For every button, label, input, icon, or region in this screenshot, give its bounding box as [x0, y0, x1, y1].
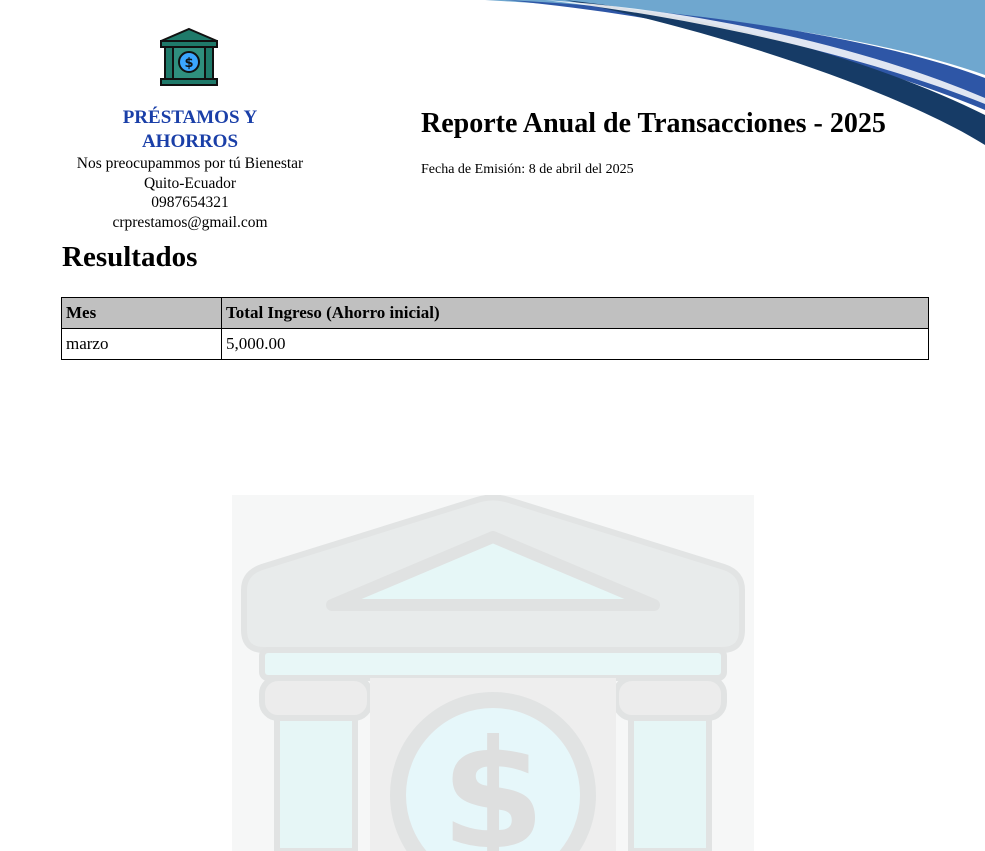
results-heading: Resultados	[62, 241, 198, 273]
company-phone: 0987654321	[151, 194, 229, 211]
company-info: PRÉSTAMOS Y AHORROS Nos preocupammos por…	[60, 106, 320, 232]
company-location: Quito-Ecuador	[143, 174, 237, 192]
column-header-total: Total Ingreso (Ahorro inicial)	[221, 297, 929, 329]
bank-dollar-watermark: $	[232, 495, 754, 851]
company-tagline: Nos preocupammos por tú Bienestar	[76, 155, 304, 172]
emission-date: Fecha de Emisión: 8 de abril del 2025	[421, 162, 634, 177]
table-cell-mes: marzo	[61, 328, 222, 360]
company-name: PRÉSTAMOS Y AHORROS	[122, 107, 258, 152]
table-cell-total: 5,000.00	[221, 328, 929, 360]
bank-dollar-icon: $	[160, 27, 218, 86]
table-header-row: Mes Total Ingreso (Ahorro inicial)	[61, 297, 929, 329]
company-email: crprestamos@gmail.com	[112, 213, 268, 231]
svg-text:$: $	[441, 709, 545, 851]
table-row: marzo 5,000.00	[61, 328, 929, 360]
results-table: Mes Total Ingreso (Ahorro inicial) marzo…	[61, 297, 929, 360]
report-title: Reporte Anual de Transacciones - 2025	[421, 108, 886, 139]
svg-text:$: $	[184, 56, 193, 71]
column-header-mes: Mes	[61, 297, 222, 329]
